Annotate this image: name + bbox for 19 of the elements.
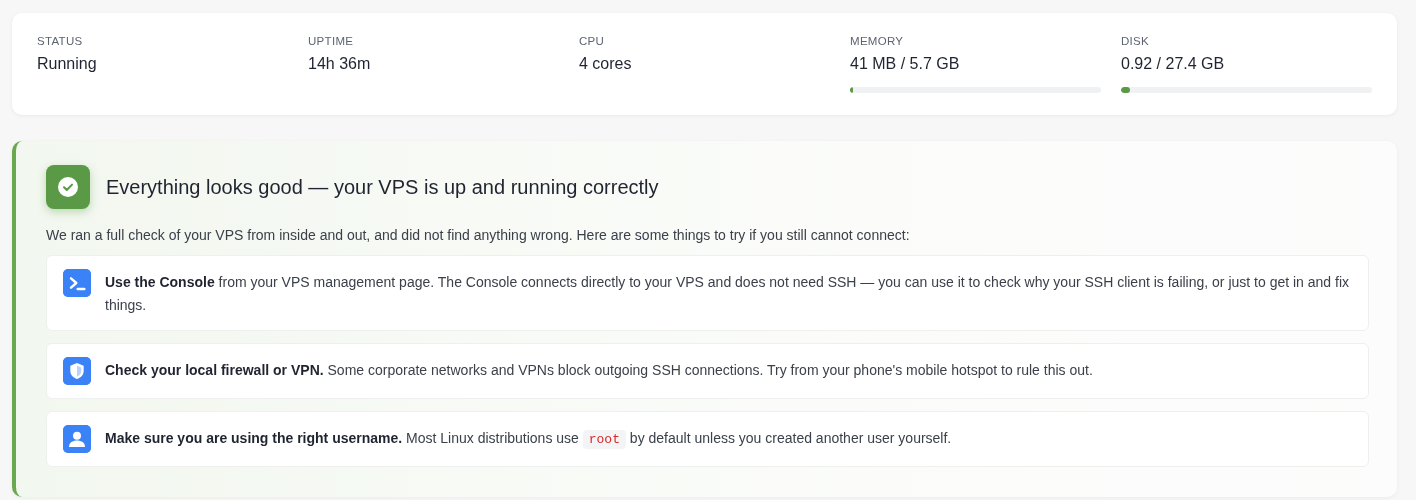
stat-value: 4 cores [579, 55, 632, 73]
stat-value: 41 MB / 5.7 GB [850, 55, 960, 73]
health-title: Everything looks good — your VPS is up and running correctly [106, 175, 659, 199]
shield-icon [63, 357, 91, 385]
user-icon [63, 425, 91, 453]
stat-label: STATUS [37, 35, 83, 47]
terminal-icon [63, 269, 91, 297]
stat-label: UPTIME [308, 35, 354, 47]
stat-label: DISK [1121, 35, 1150, 47]
tip-text: Check your local firewall or VPN. Some corporate networks and VPNs block outgoing SSH connections. Try from your phone's mobile hotspot to rule this out. [105, 361, 1093, 380]
stat-label: CPU [579, 35, 605, 47]
stat-value: 14h 36m [308, 55, 371, 73]
stat-value: 0.92 / 27.4 GB [1121, 55, 1225, 73]
stat-label: MEMORY [850, 35, 904, 47]
tip-text: Make sure you are using the right username. Most Linux distributions use root by default unless you created another user yourself. [105, 429, 952, 451]
stat-value: Running [37, 55, 97, 73]
tip-text: Use the Console from your VPS management page. The Console connects directly to your VPS and does not need SSH — you can use it to check why your SSH client is failing, or just to get in and fix things. [105, 273, 1351, 315]
check-icon [46, 165, 90, 209]
intro-text: We ran a full check of your VPS from inside and out, and did not find anything wrong. Here are some things to try if you still cannot connect: [46, 227, 911, 243]
